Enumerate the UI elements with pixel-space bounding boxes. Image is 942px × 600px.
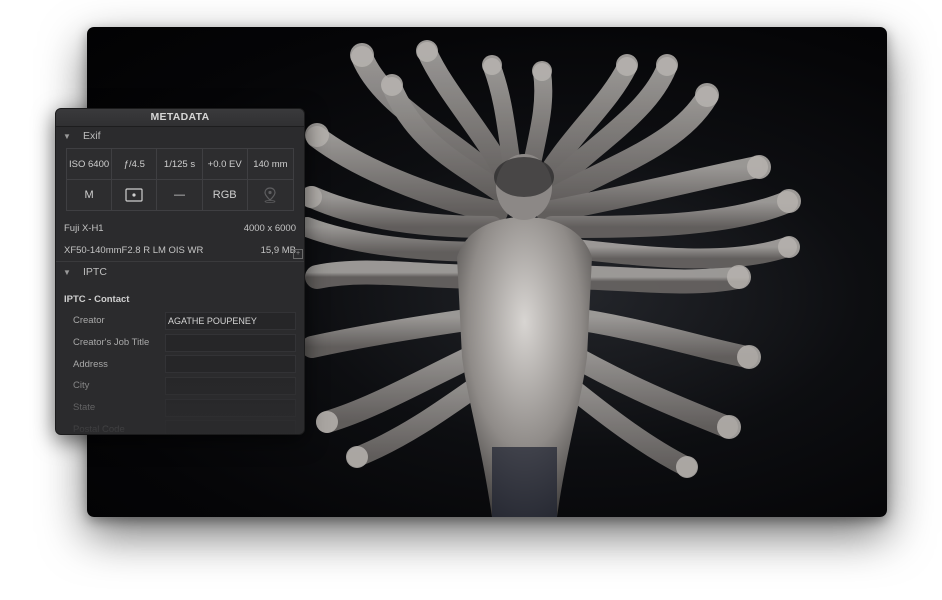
field-label: Creator xyxy=(73,315,105,327)
chevron-down-icon: ▼ xyxy=(63,131,71,141)
state-field[interactable] xyxy=(165,398,296,417)
field-label: Address xyxy=(73,358,108,370)
panel-title: METADATA xyxy=(56,109,304,127)
field-label: City xyxy=(73,380,90,392)
map-pin-icon[interactable] xyxy=(248,180,293,210)
lens-row: XF50-140mmF2.8 R LM OIS WR 15,9 MB xyxy=(56,239,304,261)
expand-icon[interactable]: + xyxy=(293,249,303,259)
iptc-field-postal-code: Postal Code xyxy=(56,418,304,435)
file-size: 15,9 MB xyxy=(260,244,296,256)
address-field[interactable] xyxy=(165,355,296,374)
aperture-value: ƒ/4.5 xyxy=(112,149,158,180)
creator-field[interactable]: AGATHE POUPENEY xyxy=(165,311,296,330)
focal-length-value: 140 mm xyxy=(247,149,293,180)
camera-model: Fuji X-H1 xyxy=(64,222,104,234)
shutter-value: 1/125 s xyxy=(157,149,203,180)
iptc-field-address: Address xyxy=(56,353,304,375)
metadata-panel: METADATA ▼ Exif ISO 6400 ƒ/4.5 1/125 s +… xyxy=(55,108,305,435)
color-space-value: RGB xyxy=(203,180,248,210)
exif-grid: ISO 6400 ƒ/4.5 1/125 s +0.0 EV 140 mm M … xyxy=(66,148,294,211)
image-dimensions: 4000 x 6000 xyxy=(243,222,296,234)
iptc-section-label: IPTC xyxy=(83,266,107,278)
iptc-section-header[interactable]: ▼ IPTC xyxy=(56,262,304,282)
exif-section-header[interactable]: ▼ Exif xyxy=(56,127,304,145)
job-title-field[interactable] xyxy=(165,333,296,352)
iptc-field-state: State xyxy=(56,397,304,419)
flash-value: — xyxy=(157,180,203,210)
iptc-field-job-title: Creator's Job Title xyxy=(56,332,304,354)
chevron-down-icon: ▼ xyxy=(63,267,71,277)
iptc-field-city: City xyxy=(56,375,304,397)
iso-value: ISO 6400 xyxy=(67,149,113,180)
camera-row: Fuji X-H1 4000 x 6000 xyxy=(56,217,304,239)
exif-section-label: Exif xyxy=(83,130,101,142)
field-label: State xyxy=(73,402,96,414)
lens-model: XF50-140mmF2.8 R LM OIS WR xyxy=(64,244,204,256)
iptc-contact-heading: IPTC - Contact xyxy=(64,294,130,305)
exposure-mode-value: M xyxy=(67,180,113,210)
city-field[interactable] xyxy=(165,376,296,395)
field-label: Postal Code xyxy=(73,423,125,435)
iptc-field-creator: Creator AGATHE POUPENEY xyxy=(56,310,304,332)
postal-code-field[interactable] xyxy=(165,420,296,434)
field-label: Creator's Job Title xyxy=(73,337,150,349)
spot-metering-icon xyxy=(112,180,158,210)
exposure-comp-value: +0.0 EV xyxy=(202,149,248,180)
